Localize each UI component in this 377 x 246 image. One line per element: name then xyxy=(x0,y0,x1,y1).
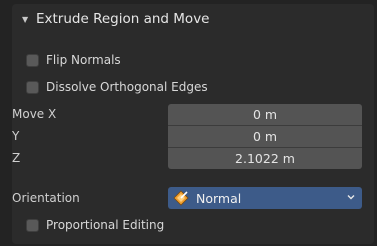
proportional-editing-checkbox[interactable] xyxy=(26,218,39,232)
proportional-editing-label: Proportional Editing xyxy=(46,218,165,232)
move-y-label: Y xyxy=(12,129,20,143)
dissolve-orthogonal-edges-checkbox-row[interactable]: Dissolve Orthogonal Edges xyxy=(26,76,208,98)
orientation-normal-icon xyxy=(173,190,189,206)
flip-normals-label: Flip Normals xyxy=(46,53,121,67)
move-x-field[interactable]: 0 m xyxy=(168,104,362,125)
panel-title: Extrude Region and Move xyxy=(36,11,210,27)
move-x-label: Move X xyxy=(12,107,57,121)
flip-normals-checkbox-row[interactable]: Flip Normals xyxy=(26,49,121,71)
flip-normals-checkbox[interactable] xyxy=(26,53,39,67)
orientation-label: Orientation xyxy=(12,191,80,205)
dissolve-orthogonal-edges-label: Dissolve Orthogonal Edges xyxy=(46,80,208,94)
move-z-field[interactable]: 2.1022 m xyxy=(168,148,362,169)
panel-header[interactable]: ▼ Extrude Region and Move xyxy=(12,4,374,34)
move-z-label: Z xyxy=(12,151,21,165)
collapse-caret-icon[interactable]: ▼ xyxy=(22,15,32,24)
orientation-dropdown[interactable]: Normal xyxy=(168,187,362,209)
move-y-field[interactable]: 0 m xyxy=(168,126,362,147)
chevron-down-icon xyxy=(347,195,355,200)
dissolve-orthogonal-edges-checkbox[interactable] xyxy=(26,80,39,94)
proportional-editing-checkbox-row[interactable]: Proportional Editing xyxy=(26,214,164,236)
orientation-value: Normal xyxy=(196,190,242,206)
operator-panel: ▼ Extrude Region and Move Flip Normals D… xyxy=(12,4,374,244)
